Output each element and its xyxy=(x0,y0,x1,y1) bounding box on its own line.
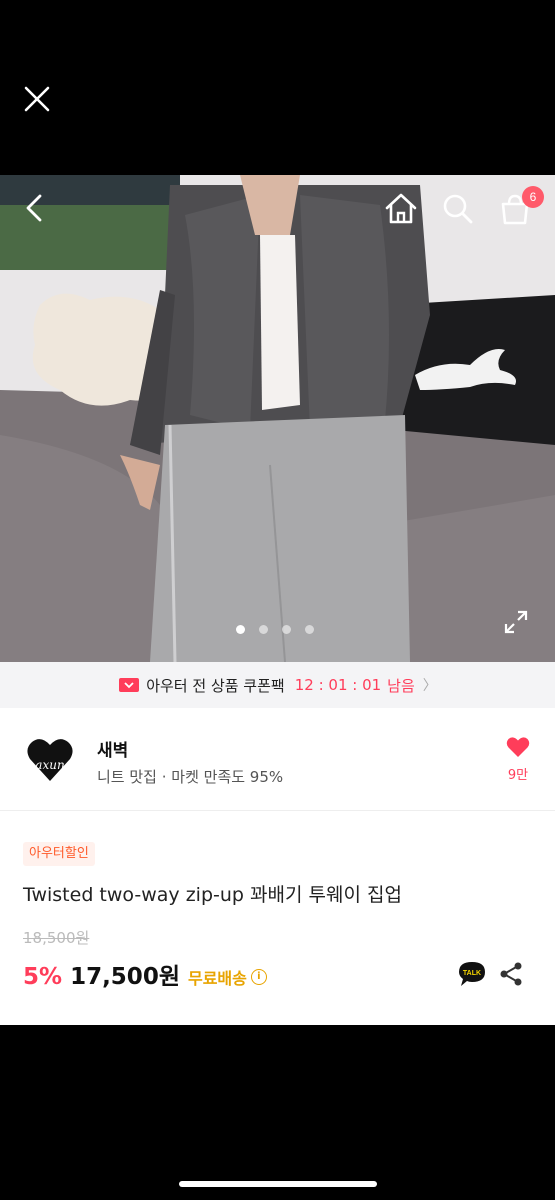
home-indicator[interactable] xyxy=(179,1181,377,1187)
product-image[interactable] xyxy=(0,175,555,662)
screen: 6 아우터 전 상품 쿠폰팩 12 : 01 : 01 남음 〉 axun 새벽… xyxy=(0,0,555,1200)
product-photo xyxy=(0,175,555,662)
chevron-right-icon: 〉 xyxy=(422,678,437,694)
cart-count-badge: 6 xyxy=(522,186,544,208)
back-button[interactable] xyxy=(18,190,52,226)
shipping-info[interactable]: 무료배송 i xyxy=(188,965,267,989)
gallery-dot-4[interactable] xyxy=(305,625,314,634)
talk-chat-icon: TALK xyxy=(459,962,485,986)
sale-price: 17,500원 xyxy=(70,964,180,990)
share-icon xyxy=(500,962,522,986)
coupon-remain: 남음 xyxy=(387,676,415,695)
search-button[interactable] xyxy=(440,191,476,227)
discount-tag: 아우터할인 xyxy=(23,842,95,866)
shop-info[interactable]: axun 새벽 니트 맛집 · 마켓 만족도 95% 9만 xyxy=(0,708,555,811)
coupon-timer: 12 : 01 : 01 xyxy=(294,676,382,694)
search-icon xyxy=(443,194,473,224)
discount-rate: 5% xyxy=(23,964,63,990)
chevron-left-icon xyxy=(26,194,42,222)
price-row: 5% 17,500원 무료배송 i xyxy=(23,957,267,991)
like-count: 9만 xyxy=(507,768,529,783)
shipping-label: 무료배송 xyxy=(187,969,247,988)
like-button[interactable]: 9만 xyxy=(500,736,536,788)
fullscreen-button[interactable] xyxy=(503,609,529,635)
product-title: Twisted two-way zip-up 꽈배기 투웨이 집업 xyxy=(23,884,402,906)
shop-name[interactable]: 새벽 xyxy=(97,736,128,761)
close-icon xyxy=(24,86,50,112)
shop-logo-text: axun xyxy=(35,758,64,772)
home-icon xyxy=(385,193,417,224)
info-icon: i xyxy=(250,969,267,985)
share-button[interactable] xyxy=(499,961,523,987)
shop-logo[interactable]: axun xyxy=(22,731,78,787)
gallery-dot-2[interactable] xyxy=(259,625,268,634)
talk-button[interactable]: TALK xyxy=(457,959,487,989)
gallery-dot-1[interactable] xyxy=(236,625,245,634)
coupon-icon xyxy=(119,678,140,692)
gallery-dot-3[interactable] xyxy=(282,625,291,634)
gallery-pagination xyxy=(236,625,314,634)
heart-icon xyxy=(506,737,530,757)
coupon-banner[interactable]: 아우터 전 상품 쿠폰팩 12 : 01 : 01 남음 〉 xyxy=(0,662,555,708)
home-button[interactable] xyxy=(382,190,420,228)
product-info: 아우터할인 Twisted two-way zip-up 꽈배기 투웨이 집업 … xyxy=(0,811,555,1025)
talk-label: TALK xyxy=(463,970,481,977)
expand-icon xyxy=(504,610,528,634)
heart-logo-icon: axun xyxy=(27,739,73,781)
original-price: 18,500원 xyxy=(23,929,90,947)
coupon-label: 아우터 전 상품 쿠폰팩 xyxy=(146,676,285,695)
shop-description: 니트 맛집 · 마켓 만족도 95% xyxy=(97,768,284,786)
close-button[interactable] xyxy=(18,80,56,118)
